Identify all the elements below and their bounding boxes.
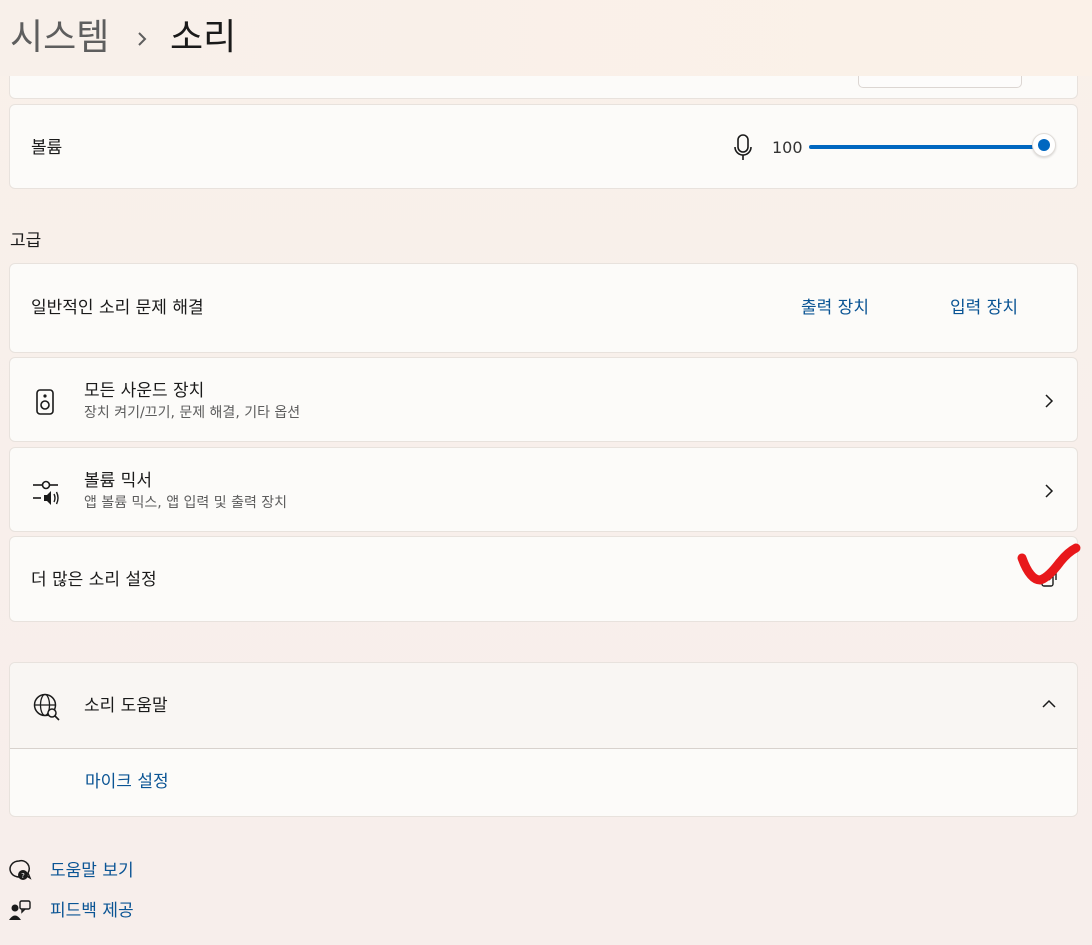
chevron-right-icon [1045,394,1054,408]
page-title: 소리 [170,17,237,58]
header: 시스템 소리 [0,0,1092,76]
svg-text:?: ? [21,872,25,880]
volume-card: 볼륨 100 [9,104,1078,189]
section-heading-advanced: 고급 [10,231,42,251]
volume-mixer-card[interactable]: 볼륨 믹서 앱 볼륨 믹스, 앱 입력 및 출력 장치 [9,447,1078,532]
checkmark-annotation-icon [1017,543,1081,585]
sound-help-card: 소리 도움말 마이크 설정 [9,662,1078,817]
volume-label: 볼륨 [31,138,63,158]
all-sound-devices-subtitle: 장치 켜기/끄기, 문제 해결, 기타 옵션 [84,405,301,421]
feedback-link[interactable]: 피드백 제공 [50,900,134,922]
volume-slider-track[interactable] [809,145,1035,149]
breadcrumb-parent[interactable]: 시스템 [10,14,109,62]
volume-mixer-subtitle: 앱 볼륨 믹스, 앱 입력 및 출력 장치 [84,495,288,511]
chevron-up-icon[interactable] [1040,697,1058,711]
globe-search-icon [33,693,60,721]
volume-mixer-title: 볼륨 믹서 [84,471,152,491]
get-help-link[interactable]: 도움말 보기 [50,860,134,882]
mic-settings-link[interactable]: 마이크 설정 [85,771,169,793]
more-sound-settings-card[interactable]: 더 많은 소리 설정 [9,536,1078,622]
mixer-icon [33,480,59,505]
get-help-icon: ? [9,859,32,880]
microphone-icon[interactable] [732,133,754,163]
troubleshoot-label: 일반적인 소리 문제 해결 [31,298,204,318]
feedback-icon [9,900,31,920]
breadcrumb-separator-icon [138,32,147,46]
troubleshoot-card: 일반적인 소리 문제 해결 출력 장치 입력 장치 [9,263,1078,353]
output-device-link[interactable]: 출력 장치 [801,297,869,319]
all-sound-devices-title: 모든 사운드 장치 [84,381,205,401]
sound-help-header[interactable]: 소리 도움말 [10,663,1077,749]
speaker-icon [36,389,54,415]
volume-value: 100 [772,138,803,157]
input-device-link[interactable]: 입력 장치 [950,297,1018,319]
volume-slider-thumb[interactable] [1032,133,1056,157]
chevron-right-icon [1045,484,1054,498]
all-sound-devices-card[interactable]: 모든 사운드 장치 장치 켜기/끄기, 문제 해결, 기타 옵션 [9,357,1078,442]
sound-help-title: 소리 도움말 [84,696,168,716]
more-sound-settings-label: 더 많은 소리 설정 [31,570,157,590]
